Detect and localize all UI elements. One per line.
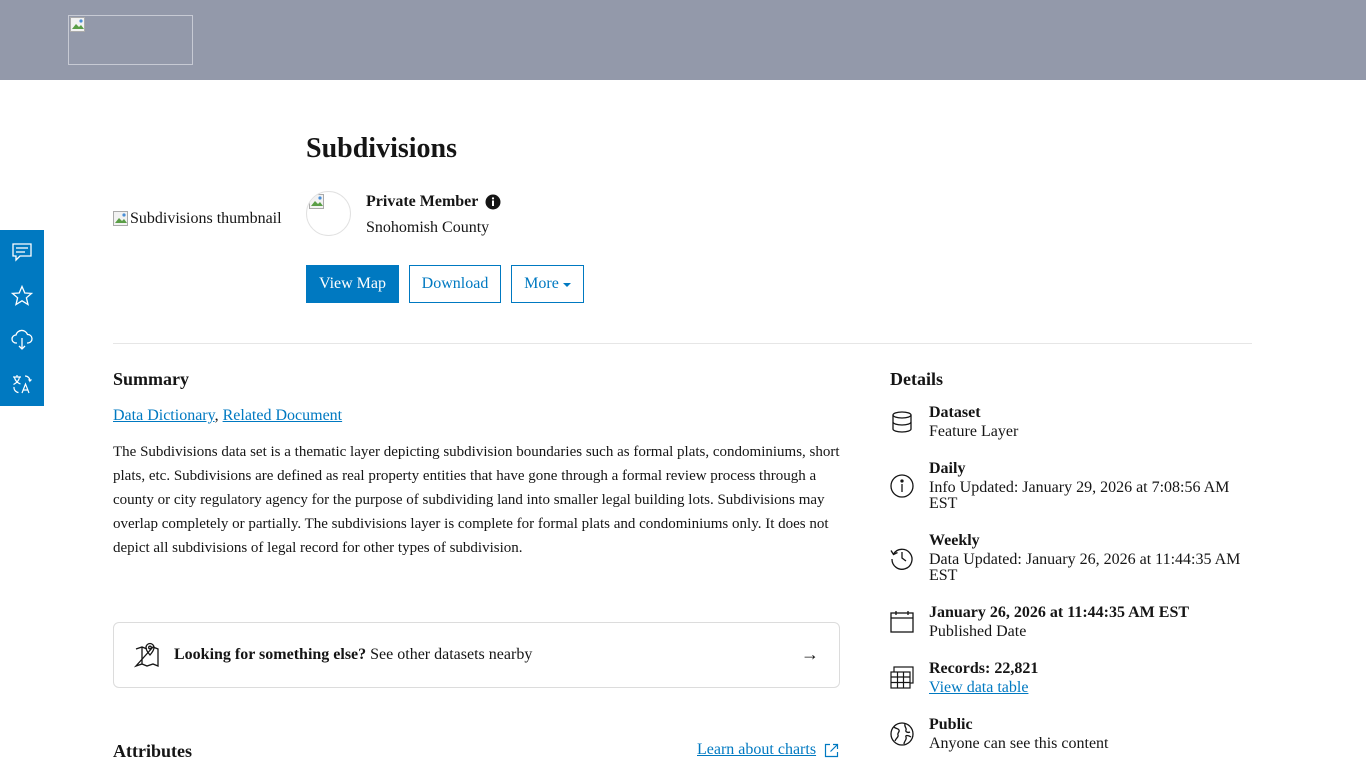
translate-icon — [13, 375, 32, 394]
nearby-bold-text: Looking for something else? — [174, 646, 367, 663]
attributes-heading: Attributes — [113, 741, 192, 761]
detail-subtitle: View data table — [929, 680, 1259, 696]
learn-about-charts-label: Learn about charts — [697, 741, 817, 758]
data-dictionary-link[interactable]: Data Dictionary — [113, 407, 215, 424]
divider — [113, 343, 1252, 344]
cloud-download-icon — [11, 329, 33, 350]
thumbnail-alt-text: Subdivisions thumbnail — [130, 210, 282, 227]
owner-avatar[interactable] — [306, 191, 351, 236]
learn-about-charts-link[interactable]: Learn about charts — [697, 741, 839, 759]
more-dropdown-button[interactable]: More — [511, 265, 584, 303]
link-separator: , — [214, 407, 223, 424]
owner-name: Private Member — [366, 193, 479, 210]
summary-heading: Summary — [113, 369, 189, 389]
arrow-right-icon: → — [801, 644, 819, 664]
item-thumbnail: Subdivisions thumbnail — [113, 210, 282, 228]
owner-organization: Snohomish County — [366, 219, 490, 236]
map-pin-icon — [134, 642, 159, 668]
nearby-datasets-card[interactable]: Looking for something else? See other da… — [113, 622, 840, 688]
table-icon — [890, 666, 914, 689]
detail-subtitle: Data Updated: January 26, 2026 at 11:44:… — [929, 551, 1241, 584]
page-title: Subdivisions — [306, 133, 457, 164]
comment-button[interactable] — [0, 230, 44, 274]
history-icon — [890, 548, 913, 570]
broken-image-icon — [309, 194, 324, 209]
favorite-button[interactable] — [0, 274, 44, 318]
detail-subtitle: Info Updated: January 29, 2026 at 7:08:5… — [929, 479, 1230, 512]
view-data-table-link[interactable]: View data table — [929, 679, 1028, 696]
comment-icon — [12, 243, 32, 262]
detail-subtitle: Feature Layer — [929, 423, 1019, 440]
broken-image-icon — [113, 211, 128, 226]
details-heading: Details — [890, 369, 943, 389]
detail-title: Dataset — [929, 404, 981, 421]
nearby-plain-text: See other datasets nearby — [366, 646, 533, 663]
detail-title: Weekly — [929, 532, 980, 549]
top-header — [0, 0, 1366, 80]
summary-links: Data Dictionary, Related Document — [113, 407, 342, 425]
summary-description: The Subdivisions data set is a thematic … — [113, 444, 840, 556]
action-sidebar — [0, 230, 44, 406]
view-map-label: View Map — [318, 275, 387, 292]
external-link-icon — [824, 743, 839, 757]
related-document-link[interactable]: Related Document — [223, 407, 343, 424]
star-icon — [11, 285, 33, 306]
download-side-button[interactable] — [0, 318, 44, 362]
site-logo[interactable] — [68, 15, 193, 65]
calendar-icon — [890, 611, 914, 633]
detail-subtitle: Anyone can see this content — [929, 735, 1109, 752]
info-icon[interactable] — [485, 194, 501, 210]
view-map-button[interactable]: View Map — [306, 265, 399, 303]
nearby-text: Looking for something else? See other da… — [174, 646, 532, 664]
more-label: More — [524, 275, 559, 292]
globe-icon — [890, 722, 914, 746]
database-icon — [892, 411, 912, 433]
download-button[interactable]: Download — [409, 265, 501, 303]
translate-button[interactable] — [0, 362, 44, 406]
detail-title: January 26, 2026 at 11:44:35 AM EST — [929, 604, 1190, 621]
detail-subtitle: Published Date — [929, 623, 1027, 640]
detail-title: Public — [929, 716, 973, 733]
broken-image-icon — [70, 17, 85, 32]
download-label: Download — [421, 275, 489, 292]
detail-title: Daily — [929, 460, 966, 477]
detail-title: Records: 22,821 — [929, 660, 1039, 677]
info-circle-icon — [890, 474, 914, 498]
caret-down-icon — [562, 283, 571, 287]
